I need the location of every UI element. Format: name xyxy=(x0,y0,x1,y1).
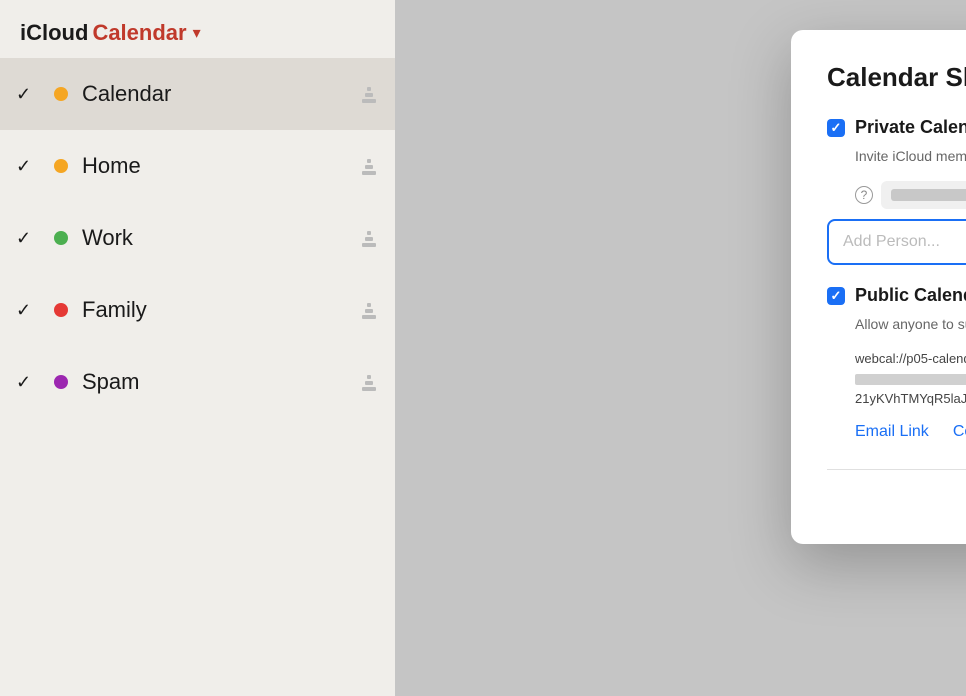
spam-dot xyxy=(54,375,68,389)
family-dot xyxy=(54,303,68,317)
private-calendar-title: Private Calendar xyxy=(855,117,966,138)
wifi-icon xyxy=(359,157,379,175)
sidebar-header: iCloud Calendar ▾ xyxy=(0,0,395,58)
calendar-item-label: Family xyxy=(82,297,359,323)
sidebar-item-family[interactable]: ✓ Family xyxy=(0,274,395,346)
check-icon: ✓ xyxy=(16,228,40,249)
private-section-header: Private Calendar xyxy=(827,117,966,138)
home-dot xyxy=(54,159,68,173)
email-blur xyxy=(891,189,966,201)
email-link-button[interactable]: Email Link xyxy=(855,423,929,441)
private-calendar-checkbox[interactable] xyxy=(827,119,845,137)
chevron-down-icon[interactable]: ▾ xyxy=(193,23,201,43)
calendar-item-label: Spam xyxy=(82,369,359,395)
private-calendar-section: Private Calendar Invite iCloud members t… xyxy=(827,117,966,265)
email-display[interactable]: @gmail.com ▾ xyxy=(881,181,966,209)
check-icon: ✓ xyxy=(16,300,40,321)
sidebar-calendar-label[interactable]: Calendar xyxy=(92,20,186,46)
copy-link-button[interactable]: Copy Link xyxy=(953,423,966,441)
sidebar-item-spam[interactable]: ✓ Spam xyxy=(0,346,395,418)
help-icon[interactable]: ? xyxy=(855,186,873,204)
wifi-icon xyxy=(359,85,379,103)
modal-footer: Cancel OK xyxy=(827,469,966,516)
email-row: ? @gmail.com ▾ xyxy=(827,181,966,209)
public-calendar-section: Public Calendar Allow anyone to subscrib… xyxy=(827,285,966,441)
main-content: Calendar Sharing Private Calendar Invite… xyxy=(395,0,966,696)
private-calendar-description: Invite iCloud members to view or edit th… xyxy=(827,146,966,167)
public-calendar-description: Allow anyone to subscribe to a read-only… xyxy=(827,314,966,335)
public-url: webcal://p05-calendarws.icloud.com/ca/su… xyxy=(827,349,966,409)
calendar-item-label: Calendar xyxy=(82,81,359,107)
wifi-icon xyxy=(359,301,379,319)
url-blur xyxy=(855,374,966,385)
sidebar-item-home[interactable]: ✓ Home xyxy=(0,130,395,202)
public-calendar-checkbox[interactable] xyxy=(827,287,845,305)
modal-title: Calendar Sharing xyxy=(827,62,966,93)
public-section-header: Public Calendar xyxy=(827,285,966,306)
check-icon: ✓ xyxy=(16,372,40,393)
check-icon: ✓ xyxy=(16,84,40,105)
public-calendar-title: Public Calendar xyxy=(855,285,966,306)
url-prefix: webcal://p05-calendarws.icloud.com/ca/su… xyxy=(855,351,966,366)
calendar-sharing-modal: Calendar Sharing Private Calendar Invite… xyxy=(791,30,966,544)
wifi-icon xyxy=(359,373,379,391)
check-icon: ✓ xyxy=(16,156,40,177)
modal-overlay: Calendar Sharing Private Calendar Invite… xyxy=(395,0,966,696)
add-person-input[interactable] xyxy=(827,219,966,265)
calendar-item-label: Home xyxy=(82,153,359,179)
sidebar-item-calendar[interactable]: ✓ Calendar xyxy=(0,58,395,130)
sidebar: iCloud Calendar ▾ ✓ Calendar ✓ Home ✓ Wo… xyxy=(0,0,395,696)
link-actions: Email Link Copy Link xyxy=(827,423,966,441)
sidebar-icloud-label: iCloud xyxy=(20,20,88,46)
sidebar-item-work[interactable]: ✓ Work xyxy=(0,202,395,274)
work-dot xyxy=(54,231,68,245)
calendar-dot xyxy=(54,87,68,101)
calendar-item-label: Work xyxy=(82,225,359,251)
wifi-icon xyxy=(359,229,379,247)
